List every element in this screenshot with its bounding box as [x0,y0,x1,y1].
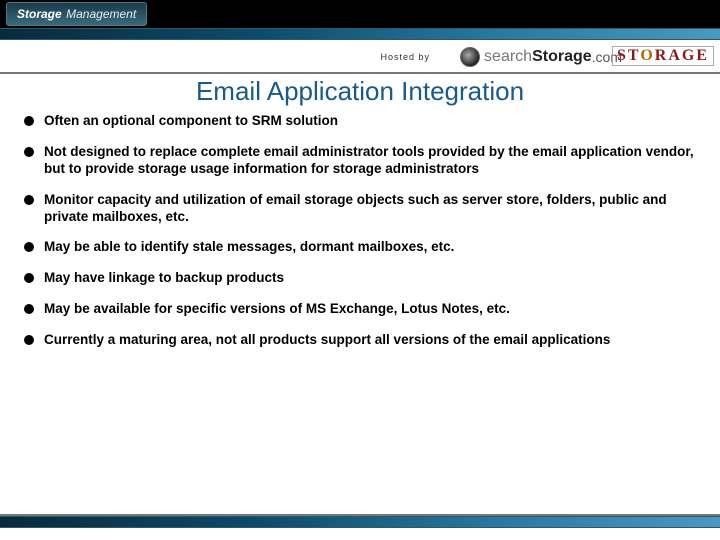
list-item: May have linkage to backup products [18,270,702,287]
searchstorage-logo: searchStorage.com [460,44,622,70]
header-stripe [0,28,720,40]
top-bar: Storage Management [0,0,720,28]
page-title: Email Application Integration [18,76,702,107]
list-item: Currently a maturing area, not all produ… [18,332,702,349]
list-item: May be available for specific versions o… [18,301,702,318]
brand-strong: Storage [17,7,62,21]
content: Email Application Integration Often an o… [0,74,720,349]
list-item: May be able to identify stale messages, … [18,239,702,256]
bullet-list: Often an optional component to SRM solut… [18,113,702,349]
storage-logo: STORAGE [612,46,714,66]
ss-storage: Storage [532,48,592,66]
brand-box: Storage Management [6,2,147,26]
hosted-row: Hosted by searchStorage.com STORAGE [0,40,720,74]
brand-light: Management [66,7,136,21]
ss-search: search [484,48,532,66]
list-item: Often an optional component to SRM solut… [18,113,702,130]
eye-icon [460,47,480,67]
footer-stripe [0,516,720,528]
list-item: Monitor capacity and utilization of emai… [18,192,702,226]
hosted-by-label: Hosted by [380,52,430,62]
list-item: Not designed to replace complete email a… [18,144,702,178]
